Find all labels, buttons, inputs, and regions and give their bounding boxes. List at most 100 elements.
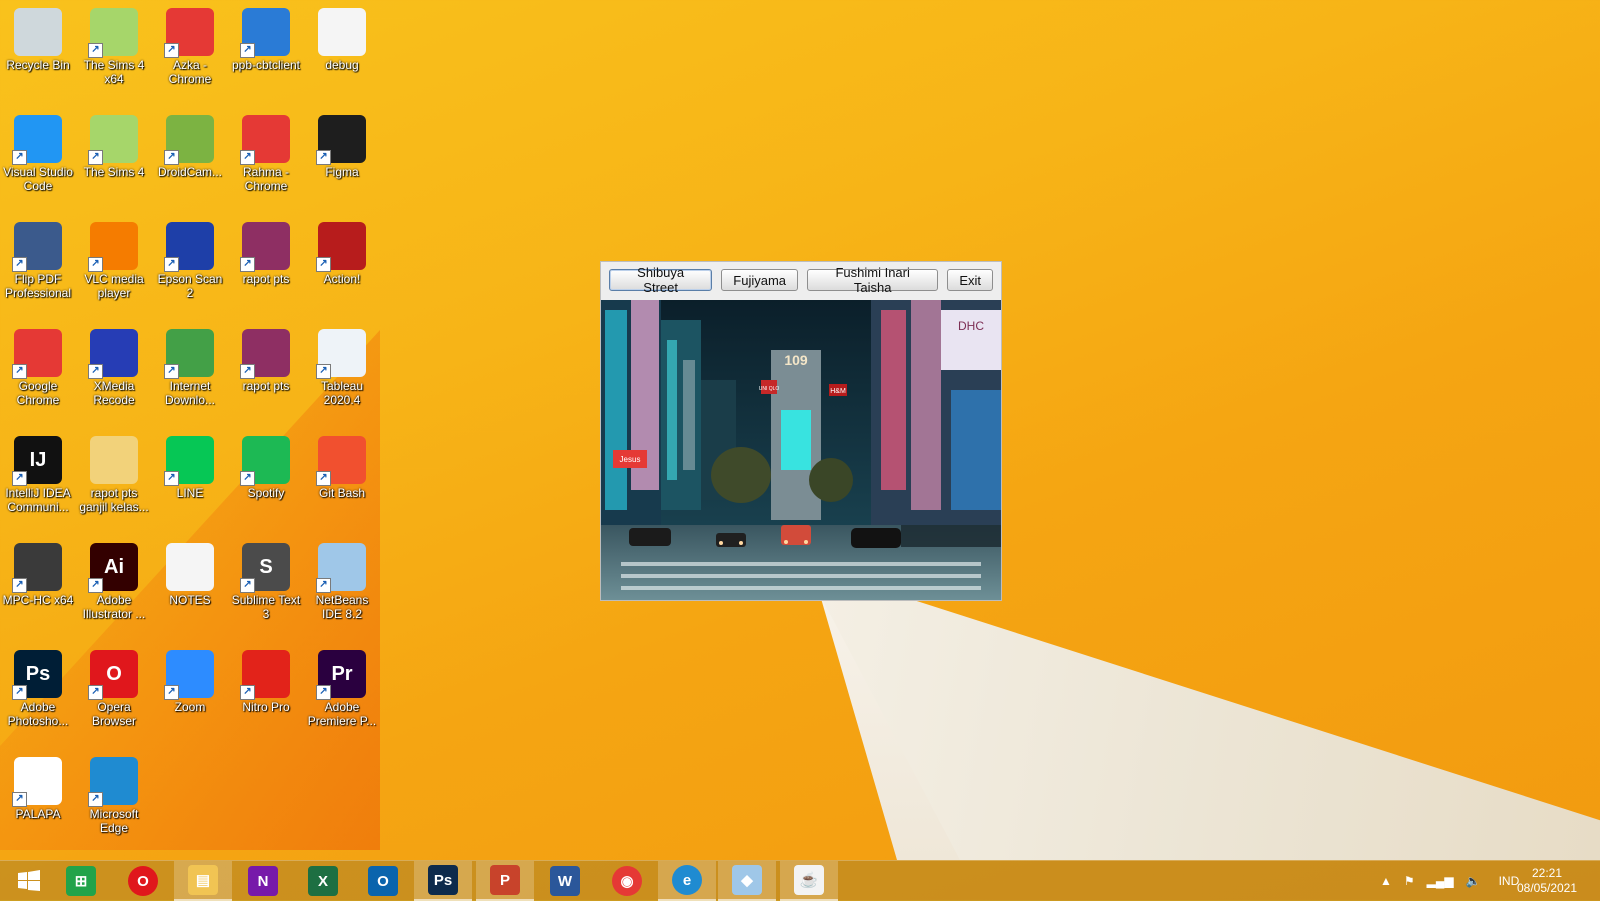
desktop-icon[interactable]: ↗ Nitro Pro [228, 642, 304, 746]
desktop-icon[interactable]: Recycle Bin [0, 0, 76, 104]
photoshop-icon: Ps [428, 865, 458, 895]
shibuya-street-button[interactable]: Shibuya Street [609, 265, 713, 295]
desktop-icon-label: VLC media player [84, 272, 144, 300]
shortcut-arrow-icon: ↗ [316, 685, 331, 700]
desktop-icon-label: The Sims 4 x64 [83, 58, 145, 86]
action-center-flag-icon[interactable]: ⚑ [1404, 874, 1415, 888]
taskbar-powerpoint-button[interactable]: P [476, 861, 534, 901]
shortcut-arrow-icon: ↗ [316, 364, 331, 379]
taskbar-opera-button[interactable]: O [114, 861, 172, 901]
taskbar-chrome-button[interactable]: ◉ [598, 861, 656, 901]
shortcut-arrow-icon: ↗ [88, 578, 103, 593]
taskbar-word-button[interactable]: W [536, 861, 594, 901]
sign-hm: H&M [830, 388, 846, 395]
desktop-icon[interactable]: S ↗ Sublime Text 3 [228, 535, 304, 639]
taskbar-excel-button[interactable]: X [294, 861, 352, 901]
network-icon[interactable]: ▂▄▆ [1427, 874, 1454, 888]
taskbar-outlook-button[interactable]: O [354, 861, 412, 901]
desktop-icon[interactable]: ↗ The Sims 4 x64 [76, 0, 152, 104]
clock-time: 22:21 [1531, 866, 1563, 880]
desktop-icon[interactable]: ↗ Spotify [228, 428, 304, 532]
desktop-icon[interactable]: ↗ VLC media player [76, 214, 152, 318]
fushimi-inari-taisha-button[interactable]: Fushimi Inari Taisha [807, 265, 939, 295]
netbeans-icon: ◆ [732, 865, 762, 895]
shortcut-arrow-icon: ↗ [316, 471, 331, 486]
desktop-icon[interactable]: ↗ Internet Downlo... [152, 321, 228, 425]
desktop-icon-label: rapot pts [242, 272, 290, 286]
desktop-icon-label: NOTES [169, 593, 211, 607]
desktop-icon-label: Git Bash [318, 486, 366, 500]
desktop-icon[interactable]: ↗ Flip PDF Professional [0, 214, 76, 318]
desktop-icon[interactable]: ↗ PALAPA [0, 749, 76, 853]
desktop-icon[interactable]: ↗ MPC-HC x64 [0, 535, 76, 639]
exit-button[interactable]: Exit [947, 269, 993, 291]
sign-uniqlo: UNI QLO [759, 386, 780, 392]
shortcut-arrow-icon: ↗ [12, 364, 27, 379]
illustrator-icon: Ai ↗ [88, 543, 138, 593]
desktop-icon[interactable]: ↗ Visual Studio Code [0, 107, 76, 211]
taskbar-edge-button[interactable]: e [658, 861, 716, 901]
desktop-icon[interactable]: ↗ Google Chrome [0, 321, 76, 425]
desktop-icon-label: Visual Studio Code [3, 165, 73, 193]
desktop-icon[interactable]: ↗ Action! [304, 214, 380, 318]
desktop-icon-label: debug [325, 58, 359, 72]
taskbar-store-button[interactable]: ⊞ [52, 861, 110, 901]
file-explorer-icon: ▤ [188, 865, 218, 895]
java-icon: ☕ [794, 865, 824, 895]
shortcut-arrow-icon: ↗ [316, 257, 331, 272]
shortcut-arrow-icon: ↗ [12, 471, 27, 486]
desktop-icon-label: Tableau 2020.4 [320, 379, 364, 407]
desktop-icon[interactable]: ↗ NetBeans IDE 8.2 [304, 535, 380, 639]
show-hidden-icons-icon[interactable]: ▲ [1380, 874, 1392, 888]
sign-jesus: Jesus [620, 455, 641, 464]
fujiyama-button[interactable]: Fujiyama [721, 269, 799, 291]
desktop-icon[interactable]: NOTES [152, 535, 228, 639]
taskbar-windows-start-button[interactable] [0, 861, 58, 901]
sign-109: 109 [784, 352, 808, 368]
desktop-icon[interactable]: ↗ ppb-cbtclient [228, 0, 304, 104]
desktop-icon[interactable]: ↗ Figma [304, 107, 380, 211]
taskbar: ⊞ O ▤ N X O Ps P W ◉ e ◆ ☕ ▲ ⚑ ▂▄▆ 🔈 IND 22:21 08/05… [0, 860, 1600, 901]
desktop-icon-label: Rahma - Chrome [242, 165, 289, 193]
taskbar-onenote-button[interactable]: N [234, 861, 292, 901]
desktop-icon-label: PALAPA [15, 807, 61, 821]
desktop-icon[interactable]: ↗ Rahma - Chrome [228, 107, 304, 211]
desktop-icon-label: Google Chrome [16, 379, 60, 407]
desktop-icon[interactable]: ↗ The Sims 4 [76, 107, 152, 211]
volume-icon[interactable]: 🔈 [1466, 874, 1481, 888]
desktop-icon-label: IntelliJ IDEA Communi... [5, 486, 71, 514]
shortcut-arrow-icon: ↗ [88, 150, 103, 165]
clock[interactable]: 22:21 08/05/2021 [1512, 866, 1582, 896]
desktop-icon[interactable]: ↗ DroidCam... [152, 107, 228, 211]
taskbar-photoshop-button[interactable]: Ps [414, 861, 472, 901]
idm-icon: ↗ [164, 329, 214, 379]
desktop-icon[interactable]: ↗ rapot pts [228, 214, 304, 318]
desktop-icon[interactable]: ↗ Epson Scan 2 [152, 214, 228, 318]
vscode-icon: ↗ [12, 115, 62, 165]
desktop-icon[interactable]: Ps ↗ Adobe Photosho... [0, 642, 76, 746]
shortcut-arrow-icon: ↗ [240, 471, 255, 486]
desktop-icon[interactable]: debug [304, 0, 380, 104]
desktop-icon[interactable]: Pr ↗ Adobe Premiere P... [304, 642, 380, 746]
desktop-icon[interactable]: ↗ Tableau 2020.4 [304, 321, 380, 425]
desktop-icon[interactable]: ↗ Azka - Chrome [152, 0, 228, 104]
taskbar-netbeans-button[interactable]: ◆ [718, 861, 776, 901]
desktop-icon[interactable]: ↗ Microsoft Edge [76, 749, 152, 853]
desktop-icon[interactable]: ↗ XMedia Recode [76, 321, 152, 425]
desktop-icon-label: DroidCam... [157, 165, 222, 179]
taskbar-java-button[interactable]: ☕ [780, 861, 838, 901]
desktop-icon[interactable]: ↗ Git Bash [304, 428, 380, 532]
recycle-bin-icon [14, 8, 62, 56]
desktop-icon[interactable]: ↗ LINE [152, 428, 228, 532]
desktop-icon[interactable]: ↗ rapot pts [228, 321, 304, 425]
desktop-icon[interactable]: ↗ Zoom [152, 642, 228, 746]
desktop-icon-label: Internet Downlo... [164, 379, 216, 407]
desktop-icon-label: XMedia Recode [93, 379, 135, 407]
desktop-icon[interactable]: rapot pts ganjil kelas... [76, 428, 152, 532]
taskbar-file-explorer-button[interactable]: ▤ [174, 861, 232, 901]
shortcut-arrow-icon: ↗ [164, 471, 179, 486]
desktop-icon[interactable]: O ↗ Opera Browser [76, 642, 152, 746]
desktop-icon[interactable]: IJ ↗ IntelliJ IDEA Communi... [0, 428, 76, 532]
desktop-icon[interactable]: Ai ↗ Adobe Illustrator ... [76, 535, 152, 639]
netbeans-icon: ↗ [316, 543, 366, 593]
